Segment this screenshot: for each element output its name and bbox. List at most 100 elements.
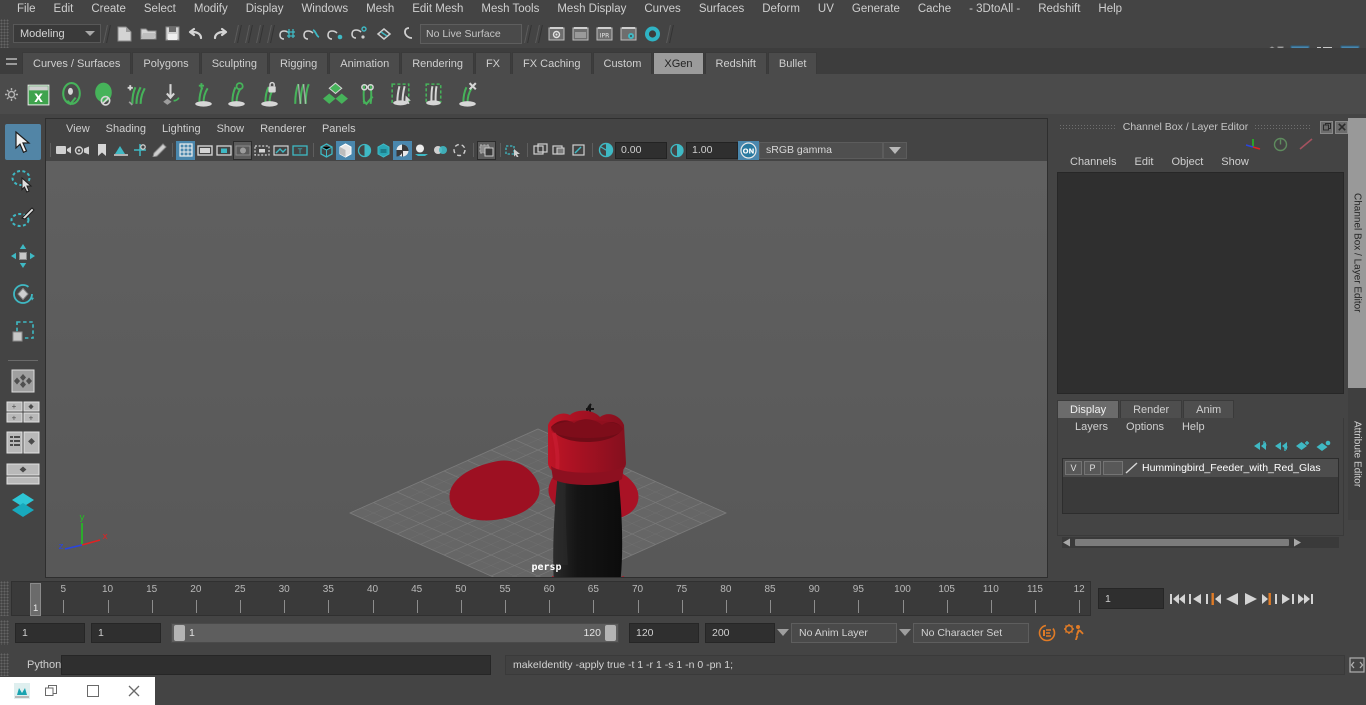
film-gate-icon[interactable] <box>195 141 214 160</box>
layer-tab-anim[interactable]: Anim <box>1183 400 1235 418</box>
shelf-options-gear-icon[interactable] <box>0 74 22 114</box>
command-language-label[interactable]: Python <box>9 659 61 671</box>
save-scene-icon[interactable] <box>160 22 184 46</box>
snap-tools-icon[interactable] <box>6 367 40 395</box>
shelf-tab-xgen[interactable]: XGen <box>653 52 704 74</box>
shadows-icon[interactable] <box>412 141 431 160</box>
xgen-lock-guides-icon[interactable] <box>253 77 286 111</box>
layer-tab-render[interactable]: Render <box>1120 400 1183 418</box>
snap-to-view-plane-icon[interactable] <box>372 22 396 46</box>
close-window-icon[interactable] <box>113 685 155 697</box>
channel-box-menu-channels[interactable]: Channels <box>1061 156 1125 168</box>
menu-item-mesh-display[interactable]: Mesh Display <box>548 0 635 19</box>
layer-list-horizontal-scrollbar[interactable] <box>1062 537 1339 548</box>
shelf-tab-fx-caching[interactable]: FX Caching <box>512 52 592 74</box>
menu-item-edit-mesh[interactable]: Edit Mesh <box>403 0 472 19</box>
character-set-field[interactable]: No Character Set <box>913 622 1029 643</box>
xgen-sculpt-guides-icon[interactable] <box>352 77 385 111</box>
screen-space-ao-icon[interactable] <box>431 141 450 160</box>
anim-layer-dropdown-arrow[interactable] <box>775 623 791 643</box>
axis-mini-gizmo-icon[interactable] <box>1245 137 1263 151</box>
shelf-tab-custom[interactable]: Custom <box>592 52 653 74</box>
layer-shading-toggle[interactable] <box>1103 461 1123 475</box>
animation-preferences-icon[interactable] <box>1063 623 1085 643</box>
move-layer-down-icon[interactable] <box>1274 440 1289 452</box>
grease-pencil-icon[interactable] <box>149 141 168 160</box>
create-layer-from-selected-icon[interactable] <box>1316 440 1331 452</box>
maximize-window-icon[interactable] <box>72 685 114 697</box>
menu-item-windows[interactable]: Windows <box>292 0 357 19</box>
shelf-tab-redshift[interactable]: Redshift <box>704 52 767 74</box>
safe-title-icon[interactable]: T <box>290 141 309 160</box>
menu-item-edit[interactable]: Edit <box>45 0 83 19</box>
new-scene-icon[interactable] <box>112 22 136 46</box>
gate-mask-icon[interactable] <box>233 140 252 160</box>
range-start-handle[interactable] <box>174 624 185 641</box>
paint-select-tool[interactable] <box>5 200 41 236</box>
layer-menu-layers[interactable]: Layers <box>1066 421 1117 433</box>
motion-blur-icon[interactable] <box>450 141 469 160</box>
snap-to-point-icon[interactable] <box>324 22 348 46</box>
scroll-right-icon[interactable] <box>1291 538 1302 547</box>
xray-joints-icon[interactable] <box>531 141 550 160</box>
undo-icon[interactable] <box>184 22 208 46</box>
play-forwards-icon[interactable] <box>1243 592 1258 606</box>
current-frame-field[interactable]: 1 <box>1098 588 1164 609</box>
status-line-grip[interactable] <box>0 19 9 48</box>
2d-pan-zoom-icon[interactable] <box>130 141 149 160</box>
xgen-preview-icon[interactable] <box>319 77 352 111</box>
xgen-convert-to-interactive-icon[interactable] <box>154 77 187 111</box>
menu-item-3dtoall[interactable]: - 3DtoAll - <box>960 0 1029 19</box>
restore-icon[interactable] <box>1320 120 1333 134</box>
xray-icon[interactable] <box>504 141 523 160</box>
current-time-indicator[interactable]: 1 <box>30 583 41 616</box>
side-tab-attribute-editor[interactable]: Attribute Editor <box>1348 388 1366 520</box>
render-sequence-icon[interactable] <box>568 22 592 46</box>
shelf-menu-icon[interactable] <box>0 48 22 74</box>
viewport-menu-panels[interactable]: Panels <box>314 123 364 135</box>
shelf-tab-polygons[interactable]: Polygons <box>132 52 200 74</box>
menu-item-surfaces[interactable]: Surfaces <box>690 0 753 19</box>
menu-item-mesh[interactable]: Mesh <box>357 0 403 19</box>
shelf-tab-bullet[interactable]: Bullet <box>767 52 818 74</box>
menu-item-file[interactable]: File <box>8 0 45 19</box>
shelf-tab-animation[interactable]: Animation <box>329 52 401 74</box>
exposure-icon[interactable] <box>596 141 615 160</box>
layer-menu-options[interactable]: Options <box>1117 421 1173 433</box>
channel-box-menu-edit[interactable]: Edit <box>1125 156 1162 168</box>
gamma-icon[interactable] <box>667 141 686 160</box>
transparency-sort-icon[interactable] <box>569 141 588 160</box>
layer-name-label[interactable]: Hummingbird_Feeder_with_Red_Glas <box>1139 462 1321 474</box>
image-plane-icon[interactable] <box>111 141 130 160</box>
shelf-tab-sculpting[interactable]: Sculpting <box>200 52 268 74</box>
viewport-menu-renderer[interactable]: Renderer <box>252 123 314 135</box>
color-management-field[interactable]: sRGB gamma <box>759 141 883 159</box>
textured-icon[interactable] <box>374 141 393 160</box>
rotate-tool[interactable] <box>5 276 41 312</box>
snap-to-projected-center-icon[interactable] <box>348 22 372 46</box>
xgen-region-icon[interactable] <box>418 77 451 111</box>
viewport-menu-shading[interactable]: Shading <box>98 123 154 135</box>
range-start-field[interactable]: 1 <box>91 622 161 643</box>
wireframe-icon[interactable] <box>317 141 336 160</box>
display-layer-list[interactable]: V P Hummingbird_Feeder_with_Red_Glas <box>1062 458 1339 514</box>
step-back-frame-icon[interactable] <box>1206 592 1222 606</box>
channel-box-menu-show[interactable]: Show <box>1212 156 1258 168</box>
ipr-render-icon[interactable]: IPR <box>592 22 616 46</box>
time-slider-grip[interactable] <box>0 581 9 616</box>
xgen-add-groom-icon[interactable] <box>121 77 154 111</box>
menu-item-cache[interactable]: Cache <box>909 0 960 19</box>
shelf-tab-fx[interactable]: FX <box>474 52 512 74</box>
restore-window-icon[interactable] <box>30 685 72 697</box>
smooth-shade-all-icon[interactable] <box>336 140 355 160</box>
color-management-dropdown[interactable] <box>883 141 907 159</box>
isolate-select-icon[interactable] <box>477 140 496 160</box>
step-back-key-icon[interactable] <box>1189 592 1203 606</box>
layout-four-view-icon[interactable]: + + + <box>6 398 40 426</box>
select-tool[interactable] <box>4 124 41 160</box>
go-to-end-icon[interactable] <box>1297 592 1313 606</box>
menu-item-modify[interactable]: Modify <box>185 0 237 19</box>
menu-item-curves[interactable]: Curves <box>635 0 689 19</box>
channel-box-list[interactable] <box>1057 172 1344 394</box>
step-forward-key-icon[interactable] <box>1280 592 1294 606</box>
